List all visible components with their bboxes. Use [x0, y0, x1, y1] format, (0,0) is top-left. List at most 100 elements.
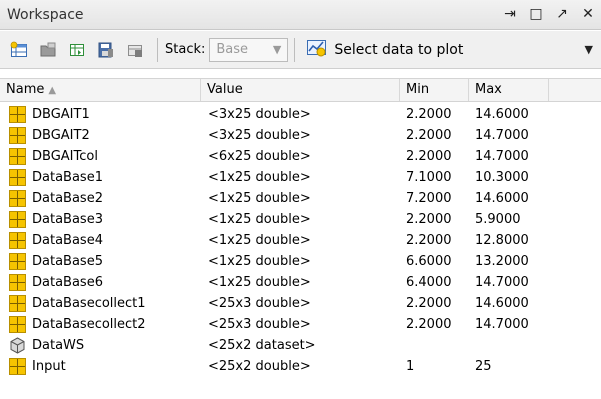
- variable-min: 2.2000: [406, 128, 452, 143]
- variable-max: 14.6000: [475, 191, 529, 206]
- matrix-icon: [9, 169, 26, 186]
- plot-icon: [306, 38, 328, 62]
- save-icon[interactable]: [97, 41, 115, 59]
- column-header-name[interactable]: Name ▲: [0, 79, 201, 101]
- variable-value: <25x3 double>: [208, 296, 311, 311]
- variable-value: <1x25 double>: [208, 233, 311, 248]
- sort-ascending-icon: ▲: [48, 85, 57, 96]
- variable-name: DataBase6: [32, 275, 103, 290]
- table-row[interactable]: DataBase6 <1x25 double> 6.4000 14.7000: [0, 272, 601, 293]
- variable-value: <1x25 double>: [208, 254, 311, 269]
- matrix-icon: [9, 274, 26, 291]
- toolbar-separator: [294, 37, 296, 62]
- variable-list: DBGAIT1 <3x25 double> 2.2000 14.6000 DBGAIT2…: [0, 104, 601, 377]
- variable-value: <3x25 double>: [208, 128, 311, 143]
- table-row[interactable]: DataBase3 <1x25 double> 2.2000 5.9000: [0, 209, 601, 230]
- table-row[interactable]: DBGAIT2 <3x25 double> 2.2000 14.7000: [0, 125, 601, 146]
- matrix-icon: [9, 127, 26, 144]
- table-row[interactable]: DBGAIT1 <3x25 double> 2.2000 14.6000: [0, 104, 601, 125]
- toolbar-dropdown-icon[interactable]: ▼: [585, 43, 593, 56]
- variable-name: DBGAIT2: [32, 128, 90, 143]
- column-header-min[interactable]: Min: [400, 79, 469, 101]
- column-header-max[interactable]: Max: [469, 79, 549, 101]
- dataset-icon: [9, 337, 26, 354]
- matrix-icon: [9, 106, 26, 123]
- table-row[interactable]: DataBase5 <1x25 double> 6.6000 13.2000: [0, 251, 601, 272]
- table-row[interactable]: DataBase2 <1x25 double> 7.2000 14.6000: [0, 188, 601, 209]
- new-variable-icon[interactable]: [10, 41, 28, 59]
- table-header: Name ▲ Value Min Max: [0, 78, 601, 102]
- matrix-icon: [9, 148, 26, 165]
- window-title: Workspace: [7, 6, 84, 23]
- variable-min: 7.2000: [406, 191, 452, 206]
- table-row[interactable]: DataWS <25x2 dataset>: [0, 335, 601, 356]
- dock-icon[interactable]: ⇥: [503, 5, 517, 23]
- column-name-label: Name: [6, 82, 45, 97]
- variable-value: <1x25 double>: [208, 212, 311, 227]
- variable-min: 2.2000: [406, 296, 452, 311]
- table-row[interactable]: DataBase1 <1x25 double> 7.1000 10.3000: [0, 167, 601, 188]
- variable-max: 14.6000: [475, 107, 529, 122]
- column-min-label: Min: [406, 82, 430, 97]
- variable-max: 14.7000: [475, 317, 529, 332]
- plot-label: Select data to plot: [334, 41, 464, 58]
- variable-name: DBGAIT1: [32, 107, 90, 122]
- variable-value: <1x25 double>: [208, 275, 311, 290]
- variable-value: <1x25 double>: [208, 170, 311, 185]
- variable-min: 2.2000: [406, 317, 452, 332]
- variable-value: <3x25 double>: [208, 107, 311, 122]
- variable-min: 6.4000: [406, 275, 452, 290]
- open-file-icon[interactable]: [39, 41, 57, 59]
- variable-max: 10.3000: [475, 170, 529, 185]
- import-data-icon[interactable]: [68, 41, 86, 59]
- variable-name: DataBasecollect2: [32, 317, 146, 332]
- matrix-icon: [9, 211, 26, 228]
- chevron-down-icon: ▼: [272, 42, 282, 56]
- variable-max: 14.7000: [475, 149, 529, 164]
- variable-name: DataBase1: [32, 170, 103, 185]
- variable-value: <25x3 double>: [208, 317, 311, 332]
- select-data-to-plot-button[interactable]: Select data to plot: [306, 36, 463, 64]
- variable-name: DataBasecollect1: [32, 296, 146, 311]
- variable-max: 25: [475, 359, 492, 374]
- variable-value: <1x25 double>: [208, 191, 311, 206]
- column-value-label: Value: [207, 82, 243, 97]
- variable-name: DataWS: [32, 338, 85, 353]
- variable-min: 7.1000: [406, 170, 452, 185]
- variable-min: 2.2000: [406, 107, 452, 122]
- window-controls: ⇥ □ ↗ ✕: [503, 5, 595, 23]
- variable-min: 2.2000: [406, 233, 452, 248]
- column-max-label: Max: [475, 82, 502, 97]
- table-row[interactable]: DataBase4 <1x25 double> 2.2000 12.8000: [0, 230, 601, 251]
- variable-max: 14.7000: [475, 128, 529, 143]
- table-row[interactable]: DataBasecollect1 <25x3 double> 2.2000 14.60…: [0, 293, 601, 314]
- column-header-value[interactable]: Value: [201, 79, 400, 101]
- variable-value: <25x2 dataset>: [208, 338, 316, 353]
- table-row[interactable]: DBGAITcol <6x25 double> 2.2000 14.7000: [0, 146, 601, 167]
- stack-label: Stack:: [165, 42, 206, 57]
- delete-icon[interactable]: [126, 41, 144, 59]
- variable-name: DataBase4: [32, 233, 103, 248]
- variable-name: DBGAITcol: [32, 149, 98, 164]
- matrix-icon: [9, 295, 26, 312]
- matrix-icon: [9, 358, 26, 375]
- variable-max: 14.6000: [475, 296, 529, 311]
- table-row[interactable]: Input <25x2 double> 1 25: [0, 356, 601, 377]
- stack-select[interactable]: Base ▼: [209, 37, 289, 62]
- matrix-icon: [9, 190, 26, 207]
- variable-min: 1: [406, 359, 415, 374]
- variable-max: 13.2000: [475, 254, 529, 269]
- variable-name: DataBase2: [32, 191, 103, 206]
- variable-name: DataBase5: [32, 254, 103, 269]
- variable-value: <25x2 double>: [208, 359, 311, 374]
- matrix-icon: [9, 232, 26, 249]
- undock-icon[interactable]: ↗: [555, 5, 569, 23]
- maximize-icon[interactable]: □: [529, 5, 543, 23]
- table-row[interactable]: DataBasecollect2 <25x3 double> 2.2000 14.70…: [0, 314, 601, 335]
- stack-select-value: Base: [216, 42, 249, 57]
- workspace-titlebar: Workspace ⇥ □ ↗ ✕: [0, 0, 601, 30]
- close-icon[interactable]: ✕: [581, 5, 595, 23]
- variable-min: 2.2000: [406, 149, 452, 164]
- variable-min: 6.6000: [406, 254, 452, 269]
- variable-name: Input: [32, 359, 66, 374]
